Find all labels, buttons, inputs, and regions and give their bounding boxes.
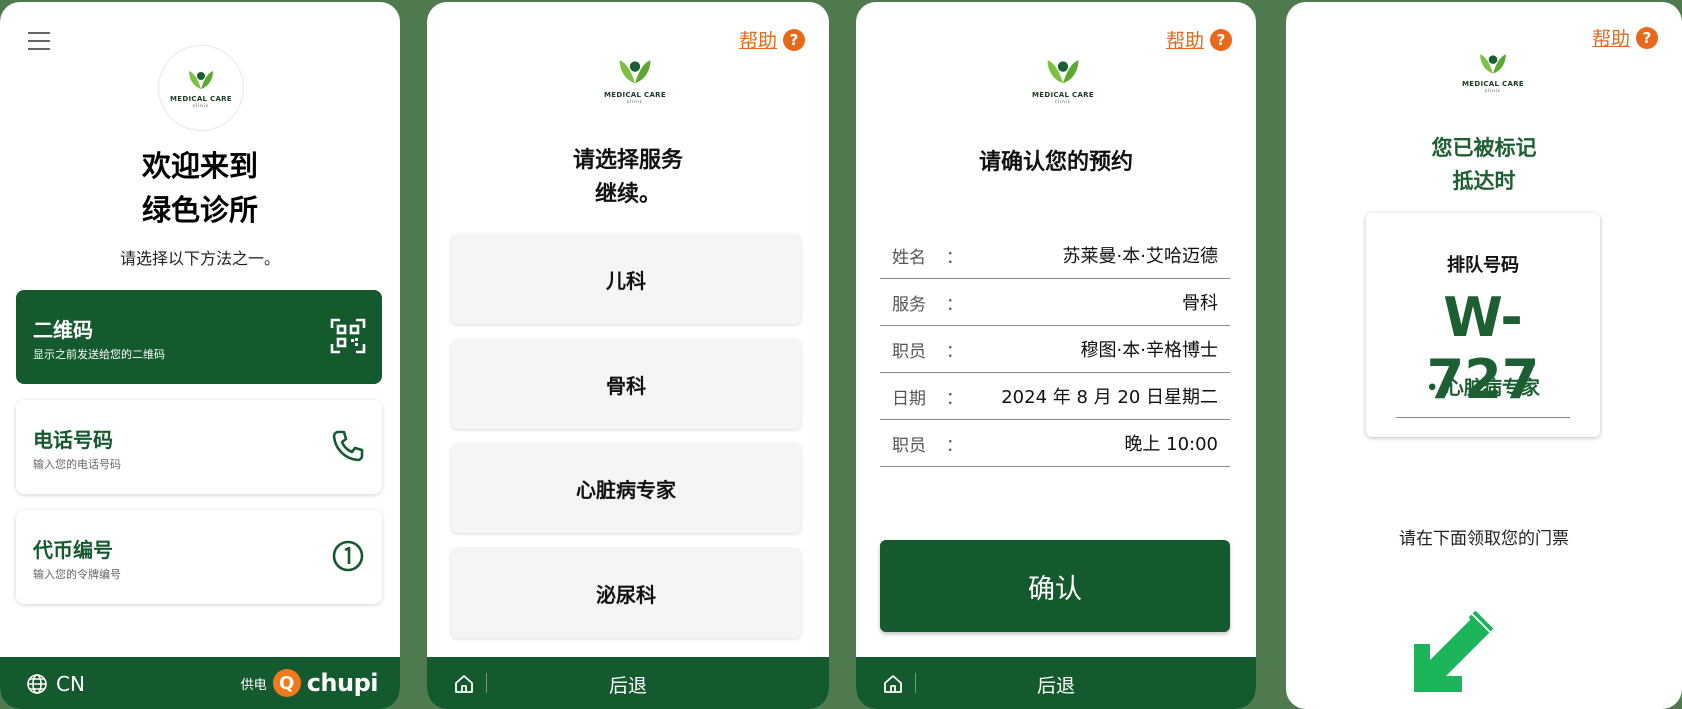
arrival-line-1: 您已被标记: [1431, 136, 1537, 160]
qr-code-icon: [330, 318, 366, 354]
help-label: 帮助: [1165, 30, 1204, 52]
row-colon: ：: [946, 388, 963, 409]
welcome-line-2: 绿色诊所: [141, 193, 258, 227]
powered-by-label: 供电: [240, 677, 267, 693]
help-link[interactable]: 帮助 ?: [739, 26, 805, 53]
row-value: 苏莱曼·本·艾哈迈德: [1062, 246, 1218, 267]
hamburger-menu-icon[interactable]: [28, 32, 50, 50]
clinic-logo: MEDICAL CARE clinic: [1462, 50, 1524, 94]
clinic-logo: MEDICAL CARE clinic: [158, 45, 244, 131]
method-title: 代币编号: [33, 538, 113, 562]
token-number-option[interactable]: 代币编号 输入您的令牌编号: [16, 510, 382, 604]
clinic-logo: MEDICAL CARE clinic: [1032, 55, 1094, 105]
logo-text: MEDICAL CARE: [604, 91, 666, 99]
powered-by: 供电 Q chupi: [240, 669, 379, 697]
logo-subtext: clinic: [1054, 99, 1072, 104]
queue-number-card: 排队号码 W-727 • 心脏病专家: [1366, 213, 1600, 437]
page-title: 请选择服务 继续。: [427, 144, 829, 212]
logo-subtext: clinic: [192, 103, 210, 108]
token-number-icon: [332, 540, 364, 572]
row-label: 职员: [892, 341, 926, 362]
detail-row-staff: 职员 ： 穆图·本·辛格博士: [880, 326, 1230, 373]
phone-number-option[interactable]: 电话号码 输入您的电话号码: [16, 400, 382, 494]
method-description: 输入您的电话号码: [33, 458, 121, 471]
method-title: 二维码: [33, 318, 93, 342]
ticket-instruction: 请在下面领取您的门票: [1399, 529, 1569, 549]
row-label: 职员: [892, 435, 926, 456]
bottom-nav: 后退: [427, 657, 829, 709]
logo-leaf-icon: [619, 60, 651, 84]
service-button-urology[interactable]: 泌尿科: [451, 548, 801, 638]
bottom-nav: 后退: [856, 657, 1256, 709]
service-button-orthopedics[interactable]: 骨科: [451, 339, 801, 429]
globe-icon: [27, 674, 47, 694]
logo-leaf-icon: [1480, 54, 1506, 74]
help-link[interactable]: 帮助 ?: [1166, 26, 1232, 53]
service-button-cardiologist[interactable]: 心脏病专家: [451, 443, 801, 533]
method-title: 电话号码: [33, 428, 113, 452]
help-label: 帮助: [1591, 28, 1630, 50]
qr-code-option[interactable]: 二维码 显示之前发送给您的二维码: [16, 290, 382, 384]
logo-leaf-icon: [189, 71, 213, 89]
phone-icon: [332, 430, 364, 462]
queue-label: 排队号码: [1447, 255, 1519, 276]
language-selector[interactable]: CN: [26, 672, 85, 696]
logo-leaf-icon: [1047, 60, 1079, 84]
welcome-screen: MEDICAL CARE clinic 欢迎来到 绿色诊所 请选择以下方法之一。…: [0, 2, 400, 709]
confirm-appointment-screen: 帮助 ? MEDICAL CARE clinic 请确认您的预约 姓名 ： 苏莱…: [856, 2, 1256, 709]
row-value: 2024 年 8 月 20 日星期二: [1001, 387, 1218, 408]
row-colon: ：: [946, 247, 963, 268]
method-description: 显示之前发送给您的二维码: [33, 348, 165, 361]
logo-subtext: clinic: [626, 99, 644, 104]
title-line-2: 继续。: [594, 182, 661, 207]
row-label: 服务: [892, 294, 926, 315]
logo-text: MEDICAL CARE: [170, 95, 232, 103]
help-label: 帮助: [738, 30, 777, 52]
logo-text: MEDICAL CARE: [1032, 91, 1094, 99]
row-colon: ：: [946, 341, 963, 362]
arrival-line-2: 抵达时: [1452, 169, 1516, 193]
method-instruction: 请选择以下方法之一。: [119, 249, 280, 268]
detail-row-service: 服务 ： 骨科: [880, 279, 1230, 326]
back-button[interactable]: 后退: [856, 671, 1256, 698]
row-colon: ：: [946, 294, 963, 315]
row-value: 晚上 10:00: [1124, 434, 1218, 455]
footer-bar: CN 供电 Q chupi: [0, 657, 400, 709]
title-line-1: 请选择服务: [572, 148, 683, 173]
welcome-line-1: 欢迎来到: [141, 149, 258, 183]
arrow-down-left-icon: [1414, 610, 1494, 692]
logo-subtext: clinic: [1484, 88, 1502, 93]
clinic-logo: MEDICAL CARE clinic: [604, 55, 666, 105]
arrival-message: 您已被标记 抵达时: [1286, 132, 1682, 198]
queue-service: • 心脏病专家: [1426, 377, 1540, 399]
help-link[interactable]: 帮助 ?: [1592, 24, 1658, 51]
confirm-button[interactable]: 确认: [880, 540, 1230, 632]
check-in-success-screen: 帮助 ? MEDICAL CARE clinic 您已被标记 抵达时 排队号码 …: [1286, 2, 1682, 709]
detail-row-time: 职员 ： 晚上 10:00: [880, 420, 1230, 467]
row-label: 姓名: [892, 247, 926, 268]
detail-row-name: 姓名 ： 苏莱曼·本·艾哈迈德: [880, 232, 1230, 279]
brand-name: chupi: [306, 669, 379, 697]
row-label: 日期: [892, 388, 926, 409]
row-value: 骨科: [1182, 293, 1218, 314]
detail-row-date: 日期 ： 2024 年 8 月 20 日星期二: [880, 373, 1230, 420]
row-colon: ：: [946, 435, 963, 456]
language-code: CN: [56, 672, 85, 696]
welcome-title: 欢迎来到 绿色诊所: [0, 144, 400, 232]
method-description: 输入您的令牌编号: [33, 568, 121, 581]
service-button-pediatrics[interactable]: 儿科: [451, 234, 801, 324]
help-icon: ?: [1210, 28, 1232, 51]
brand-logo-icon: Q: [272, 669, 301, 697]
row-value: 穆图·本·辛格博士: [1080, 340, 1218, 361]
help-icon: ?: [783, 28, 805, 51]
page-title: 请确认您的预约: [978, 150, 1133, 175]
service-selection-screen: 帮助 ? MEDICAL CARE clinic 请选择服务 继续。 儿科 骨科…: [427, 2, 829, 709]
logo-text: MEDICAL CARE: [1462, 80, 1524, 88]
help-icon: ?: [1636, 26, 1658, 49]
back-button[interactable]: 后退: [427, 671, 829, 698]
